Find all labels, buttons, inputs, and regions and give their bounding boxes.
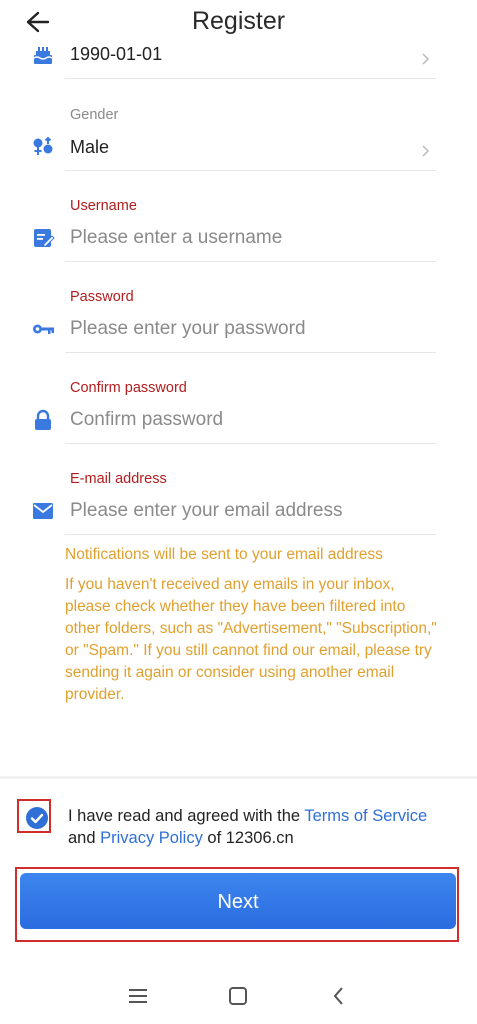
divider	[65, 261, 436, 262]
menu-icon[interactable]	[125, 984, 151, 1008]
password-input[interactable]: Please enter your password	[70, 318, 306, 340]
check-icon	[30, 813, 44, 824]
confirm-password-input[interactable]: Confirm password	[70, 409, 223, 431]
divider	[65, 170, 436, 171]
agreement-and: and	[68, 829, 101, 847]
divider	[65, 78, 436, 79]
email-input[interactable]: Please enter your email address	[70, 500, 342, 522]
agreement-prefix: I have read and agreed with the	[68, 807, 305, 825]
footer-divider	[0, 776, 477, 779]
email-notice-body: If you haven't received any emails in yo…	[65, 576, 437, 703]
gender-value: Male	[70, 137, 110, 157]
divider	[65, 534, 436, 535]
gender-icon	[31, 135, 55, 159]
agree-checkbox[interactable]	[26, 807, 48, 829]
email-row: Please enter your email address	[0, 496, 477, 536]
next-button[interactable]: Next	[20, 873, 456, 929]
back-icon[interactable]	[326, 984, 352, 1008]
page-title: Register	[191, 7, 286, 35]
chevron-right-icon	[420, 144, 432, 158]
birthday-cake-icon	[31, 43, 55, 67]
confirm-password-label: Confirm password	[70, 380, 187, 396]
home-icon[interactable]	[225, 984, 251, 1008]
password-label: Password	[70, 289, 134, 305]
birthday-value: 1990-01-01	[70, 44, 163, 64]
divider	[65, 443, 436, 444]
birthday-row[interactable]: 1990-01-01	[0, 40, 477, 80]
username-label: Username	[70, 198, 137, 214]
confirm-password-row: Confirm password	[0, 405, 477, 445]
divider	[65, 352, 436, 353]
chevron-right-icon	[420, 52, 432, 66]
key-icon	[31, 317, 55, 341]
email-label: E-mail address	[70, 471, 167, 487]
privacy-policy-link[interactable]: Privacy Policy	[100, 829, 203, 847]
username-input[interactable]: Please enter a username	[70, 227, 282, 249]
mail-icon	[31, 499, 55, 523]
gender-label: Gender	[70, 107, 119, 123]
username-row: Please enter a username	[0, 223, 477, 263]
agreement-text: I have read and agreed with the Terms of…	[68, 805, 428, 849]
header: Register	[0, 0, 477, 44]
agreement-suffix: of 12306.cn	[202, 829, 294, 847]
lock-icon	[31, 408, 55, 432]
terms-of-service-link[interactable]: Terms of Service	[304, 807, 427, 825]
gender-row[interactable]: Male	[0, 132, 477, 172]
password-row: Please enter your password	[0, 314, 477, 354]
system-nav-bar	[0, 970, 477, 1024]
edit-icon	[31, 226, 55, 250]
email-notice-title: Notifications will be sent to your email…	[65, 546, 383, 563]
